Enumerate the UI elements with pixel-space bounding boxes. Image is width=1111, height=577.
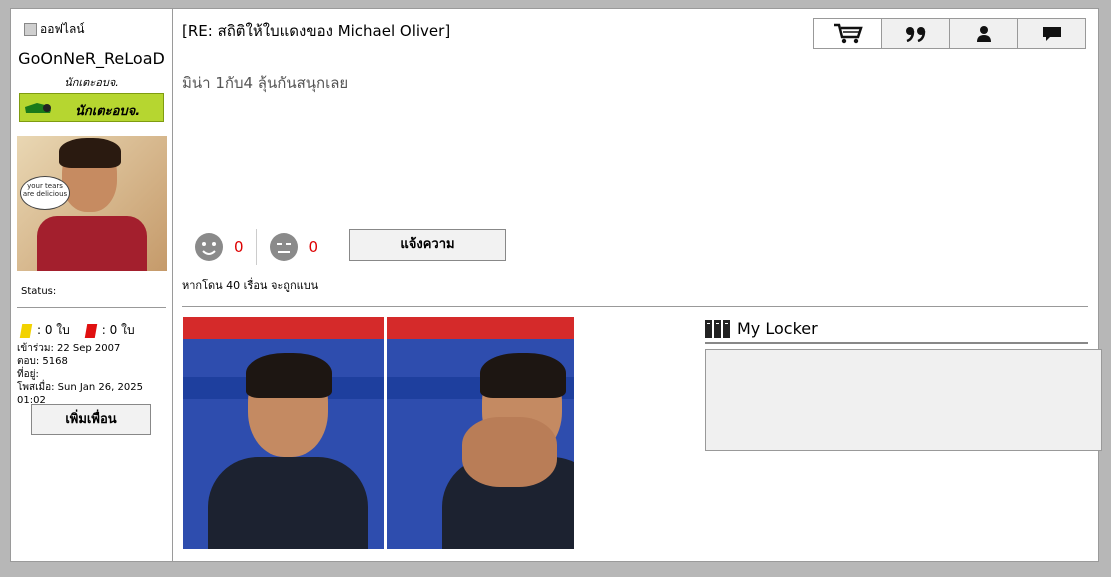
joined-date: เข้าร่วม: 22 Sep 2007 xyxy=(17,343,121,354)
locker-content xyxy=(705,349,1102,451)
like-icon[interactable] xyxy=(194,232,224,262)
football-boot-icon xyxy=(25,103,51,113)
rank-badge: นักเตะอบจ. xyxy=(19,93,164,122)
username[interactable]: GoOnNeR_ReLoaD xyxy=(11,49,172,68)
yellow-card-count: : 0 ใบ xyxy=(37,323,70,337)
avatar: your tears are delicious xyxy=(17,136,167,271)
dislike-count: 0 xyxy=(308,238,319,256)
person-hair xyxy=(480,353,566,398)
quote-button[interactable] xyxy=(881,18,950,49)
message-button[interactable] xyxy=(1017,18,1086,49)
ban-warning: หากโดน 40 เรื่อน จะถูกแบน xyxy=(182,279,319,292)
post-body: มิน่า 1กับ4 ลุ้นกันสนุกเลย xyxy=(182,74,349,92)
red-card-count: : 0 ใบ xyxy=(101,323,135,337)
person-body xyxy=(208,457,368,549)
user-info: เข้าร่วม: 22 Sep 2007 ตอบ: 5168 ที่อยู่:… xyxy=(17,342,172,407)
offline-indicator-icon xyxy=(24,23,37,36)
locker-divider xyxy=(705,342,1088,344)
signature-image xyxy=(183,317,574,549)
add-friend-button[interactable]: เพิ่มเพื่อน xyxy=(31,404,151,435)
dislike-icon[interactable] xyxy=(269,232,299,262)
post-count: ตอบ: 5168 xyxy=(17,356,68,367)
profile-button[interactable] xyxy=(949,18,1018,49)
sponsor-band xyxy=(183,317,384,339)
locker-header: My Locker xyxy=(705,319,818,338)
avatar-speech-bubble: your tears are delicious xyxy=(20,176,70,210)
status-label: Status: xyxy=(21,286,57,297)
user-profile-panel: ออฟไลน์ GoOnNeR_ReLoaD นักเตะอบจ. นักเตะ… xyxy=(11,9,173,561)
card-counts: : 0 ใบ : 0 ใบ xyxy=(19,321,135,340)
person-hand xyxy=(462,417,557,487)
location: ที่อยู่: xyxy=(17,369,39,380)
post-toolbar xyxy=(813,18,1086,49)
yellow-card-icon xyxy=(19,323,33,338)
photo-person xyxy=(208,353,368,549)
profile-divider xyxy=(17,307,166,308)
locker-title: My Locker xyxy=(737,319,818,338)
like-count: 0 xyxy=(234,238,244,256)
person-hair xyxy=(246,353,332,398)
avatar-hair xyxy=(59,138,121,168)
report-button[interactable]: แจ้งความ xyxy=(349,229,506,261)
user-title: นักเตะอบจ. xyxy=(64,76,119,89)
message-icon xyxy=(1042,26,1061,41)
sponsor-band xyxy=(387,317,574,339)
cart-icon xyxy=(833,23,863,43)
signature-photo-facepalm xyxy=(387,317,574,549)
vote-bar: 0 0 xyxy=(194,229,318,265)
photo-person xyxy=(442,353,574,549)
avatar-shirt xyxy=(37,216,147,271)
quote-icon xyxy=(905,26,925,42)
post-title: [RE: สถิติให้ใบแดงของ Michael Oliver] xyxy=(182,22,451,40)
red-card-icon xyxy=(84,323,98,338)
signature-photo-laughing xyxy=(183,317,384,549)
rank-label: นักเตะอบจ. xyxy=(75,104,141,119)
locker-icon xyxy=(705,319,730,338)
cart-button[interactable] xyxy=(813,18,882,49)
post-container: ออฟไลน์ GoOnNeR_ReLoaD นักเตะอบจ. นักเตะ… xyxy=(10,8,1102,562)
post-divider xyxy=(182,306,1088,307)
online-status-label: ออฟไลน์ xyxy=(40,22,85,36)
user-icon xyxy=(976,25,991,42)
vote-divider xyxy=(255,229,257,265)
online-status: ออฟไลน์ xyxy=(24,20,85,39)
